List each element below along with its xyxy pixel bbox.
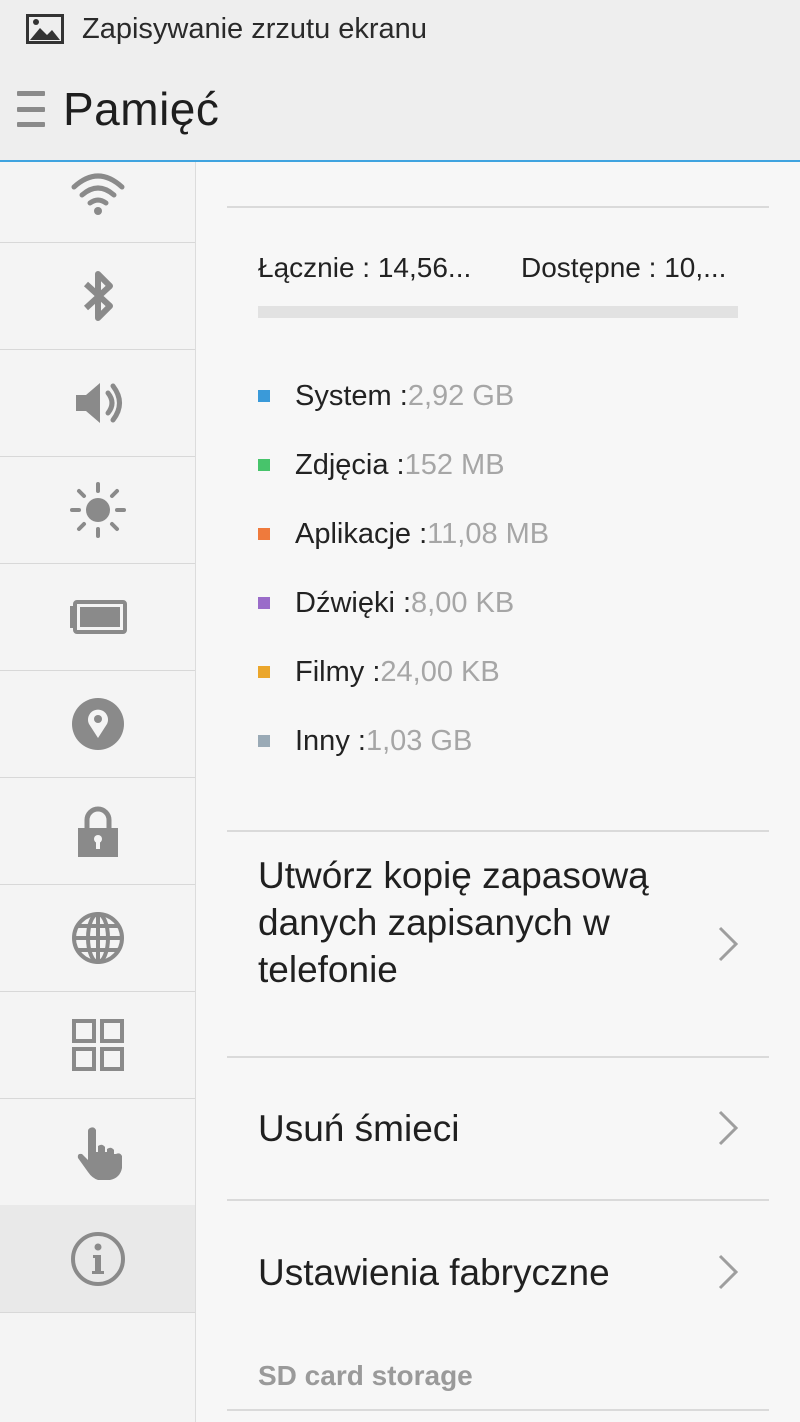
sidebar-item-apps[interactable]: [0, 991, 195, 1099]
legend-value: 152 MB: [404, 448, 505, 481]
chevron-right-icon: [718, 1254, 739, 1290]
globe-icon: [71, 911, 124, 964]
storage-total: Łącznie : 14,56...: [258, 252, 472, 283]
location-icon: [71, 697, 124, 750]
legend-value: 24,00 KB: [380, 655, 500, 688]
legend-value: 8,00 KB: [411, 586, 515, 619]
clean-junk-label: Usuń śmieci: [258, 1108, 460, 1149]
volume-icon: [75, 382, 122, 423]
factory-reset-item[interactable]: Ustawienia fabryczne: [227, 1201, 769, 1342]
legend-swatch: [258, 528, 270, 540]
legend-swatch: [258, 666, 270, 678]
legend-swatch: [258, 735, 270, 747]
legend-swatch: [258, 459, 270, 471]
legend-label: System :: [295, 379, 408, 412]
bluetooth-icon: [83, 270, 113, 321]
legend-swatch: [258, 597, 270, 609]
notification-text: Zapisywanie zrzutu ekranu: [82, 12, 427, 45]
sidebar-item-language[interactable]: [0, 884, 195, 992]
status-bar: Zapisywanie zrzutu ekranu: [0, 0, 800, 58]
chevron-right-icon: [718, 1110, 739, 1146]
sidebar-item-location[interactable]: [0, 670, 195, 778]
divider: [227, 206, 769, 208]
legend-item: Inny : 1,03 GB: [258, 723, 472, 759]
settings-sidebar: [0, 162, 196, 1422]
info-icon: [70, 1231, 125, 1286]
legend-item: Zdjęcia : 152 MB: [258, 447, 505, 483]
legend-value: 2,92 GB: [407, 379, 515, 412]
sidebar-item-gestures[interactable]: [0, 1098, 195, 1206]
sd-card-section-header: SD card storage: [258, 1360, 473, 1391]
clean-junk-item[interactable]: Usuń śmieci: [227, 1058, 769, 1199]
lock-icon: [77, 806, 118, 857]
chevron-right-icon: [718, 926, 739, 962]
apps-grid-icon: [71, 1018, 124, 1071]
sidebar-item-sound[interactable]: [0, 349, 195, 457]
legend-swatch: [258, 390, 270, 402]
battery-icon: [69, 599, 127, 634]
legend-item: System : 2,92 GB: [258, 378, 514, 414]
image-icon: [26, 14, 64, 44]
sidebar-item-security[interactable]: [0, 777, 195, 885]
brightness-icon: [69, 481, 126, 538]
storage-available: Dostępne : 10,...: [521, 252, 727, 283]
legend-label: Zdjęcia :: [295, 448, 405, 481]
legend-label: Filmy :: [295, 655, 381, 688]
wifi-icon: [71, 173, 124, 215]
legend-label: Dźwięki :: [295, 586, 412, 619]
legend-label: Aplikacje :: [295, 517, 428, 550]
sidebar-item-bluetooth[interactable]: [0, 242, 195, 350]
storage-usage-bar: [258, 306, 738, 318]
sidebar-item-wifi[interactable]: [0, 135, 195, 243]
sidebar-item-about[interactable]: [0, 1205, 195, 1313]
legend-label: Inny :: [295, 724, 366, 757]
legend-item: Filmy : 24,00 KB: [258, 654, 500, 690]
divider: [227, 1409, 769, 1411]
page-title: Pamięć: [63, 83, 220, 135]
sidebar-item-display[interactable]: [0, 456, 195, 564]
backup-data-label: Utwórz kopię zapasową danych zapisanych …: [258, 855, 649, 990]
factory-reset-label: Ustawienia fabryczne: [258, 1252, 610, 1293]
sidebar-item-battery[interactable]: [0, 563, 195, 671]
storage-content: Łącznie : 14,56... Dostępne : 10,... Sys…: [196, 162, 800, 1422]
backup-data-item[interactable]: Utwórz kopię zapasową danych zapisanych …: [227, 832, 769, 1056]
gesture-hand-icon: [77, 1126, 122, 1180]
hamburger-icon[interactable]: [17, 91, 45, 127]
legend-value: 1,03 GB: [365, 724, 473, 757]
legend-item: Dźwięki : 8,00 KB: [258, 585, 514, 621]
legend-item: Aplikacje : 11,08 MB: [258, 516, 549, 552]
legend-value: 11,08 MB: [427, 517, 550, 550]
